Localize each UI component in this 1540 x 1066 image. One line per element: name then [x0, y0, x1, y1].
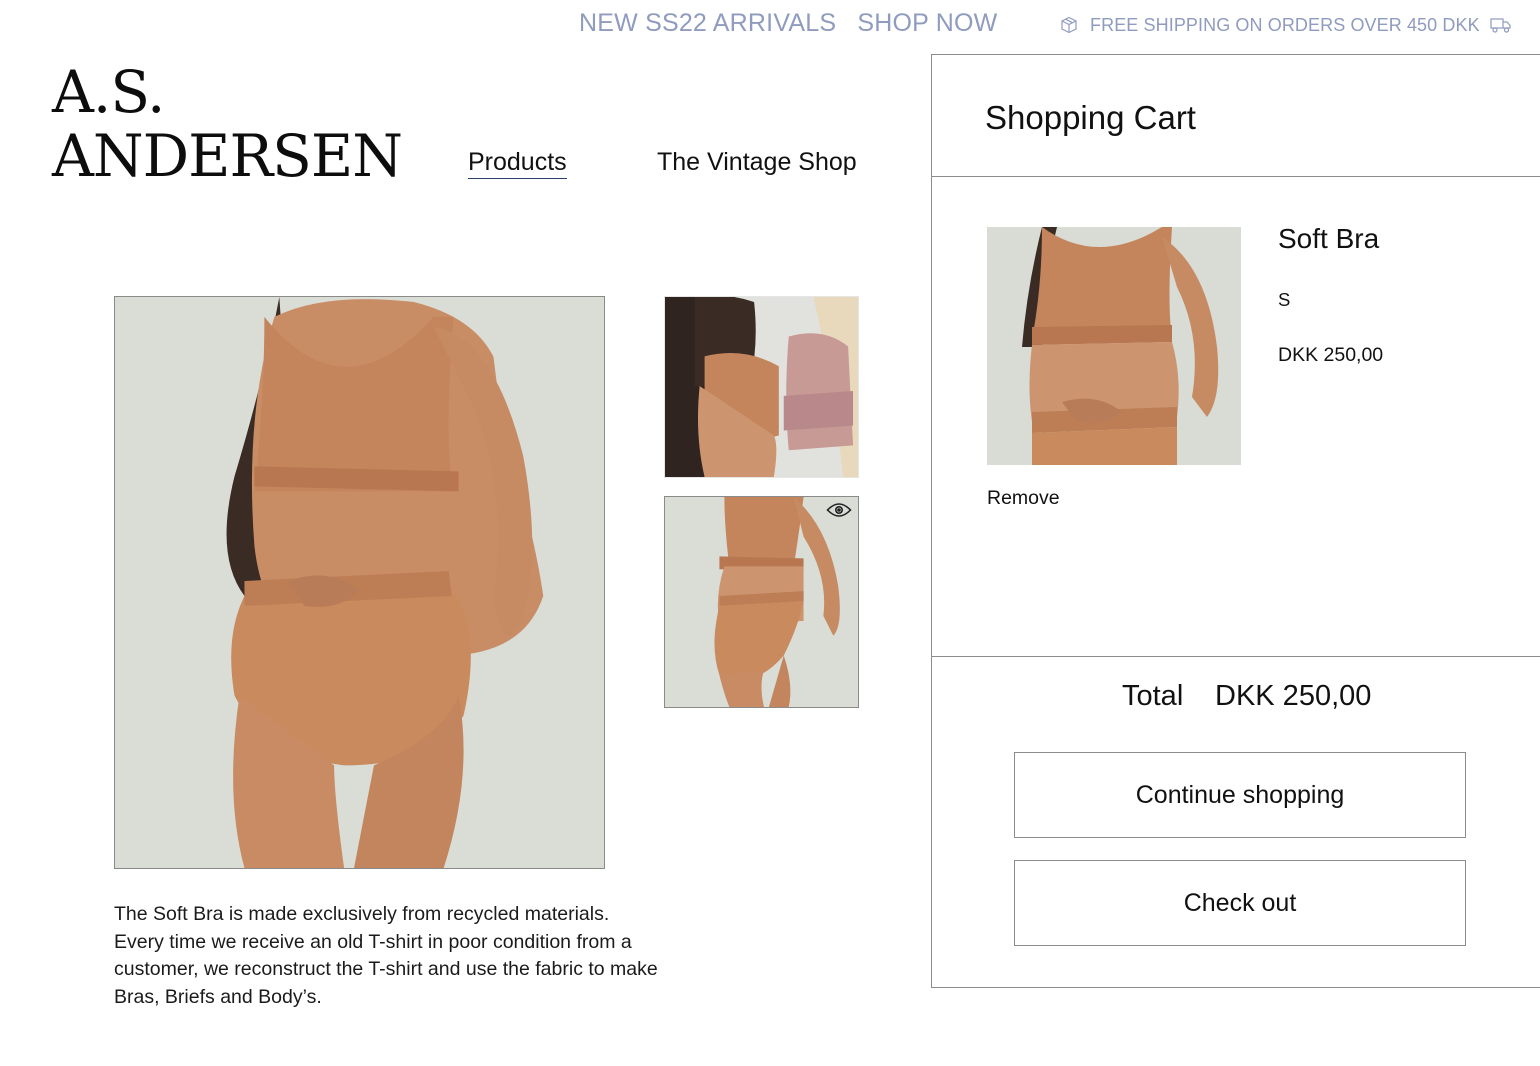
- cart-divider: [932, 656, 1540, 657]
- cart-title: Shopping Cart: [985, 99, 1196, 136]
- nav-vintage-shop[interactable]: The Vintage Shop: [657, 148, 857, 177]
- box-icon: [1060, 16, 1078, 34]
- description-line: customer, we reconstruct the T-shirt and…: [114, 958, 658, 981]
- description-line: The Soft Bra is made exclusively from re…: [114, 903, 610, 925]
- cart-item-name[interactable]: Soft Bra: [1278, 223, 1379, 255]
- continue-shopping-button[interactable]: Continue shopping: [1014, 752, 1466, 838]
- brand-logo-line2: ANDERSEN: [52, 122, 403, 190]
- shop-now-link[interactable]: SHOP NOW: [857, 9, 997, 37]
- cart-total-value: DKK 250,00: [1215, 680, 1372, 712]
- remove-item-link[interactable]: Remove: [987, 487, 1060, 510]
- announcement-bar: NEW SS22 ARRIVALS SHOP NOW: [579, 9, 997, 38]
- cart-item-price: DKK 250,00: [1278, 344, 1384, 366]
- description-line: Bras, Briefs and Body’s.: [114, 985, 322, 1008]
- cart-item-size: S: [1278, 289, 1291, 310]
- announcement-text: NEW SS22 ARRIVALS: [579, 9, 837, 37]
- product-main-image[interactable]: [114, 296, 605, 869]
- checkout-button[interactable]: Check out: [1014, 860, 1466, 946]
- cart-item-image[interactable]: [987, 227, 1241, 465]
- shipping-notice: FREE SHIPPING ON ORDERS OVER 450 DKK: [1060, 13, 1512, 37]
- description-line: Every time we receive an old T-shirt in …: [114, 930, 632, 953]
- shipping-text: FREE SHIPPING ON ORDERS OVER 450 DKK: [1090, 14, 1480, 35]
- cart-divider: [932, 176, 1540, 177]
- nav-products[interactable]: Products: [468, 148, 567, 179]
- brand-logo[interactable]: A.S. ANDERSEN: [52, 60, 412, 188]
- truck-icon: [1490, 16, 1512, 34]
- cart-total-label: Total: [1122, 680, 1184, 712]
- cart-drawer: [931, 54, 1540, 988]
- product-description: The Soft Bra is made exclusively from re…: [114, 901, 694, 1011]
- brand-logo-line1: A.S.: [52, 58, 165, 126]
- eye-icon[interactable]: [826, 501, 852, 519]
- product-thumbnail-1[interactable]: [664, 296, 859, 478]
- product-thumbnail-2[interactable]: [664, 496, 859, 708]
